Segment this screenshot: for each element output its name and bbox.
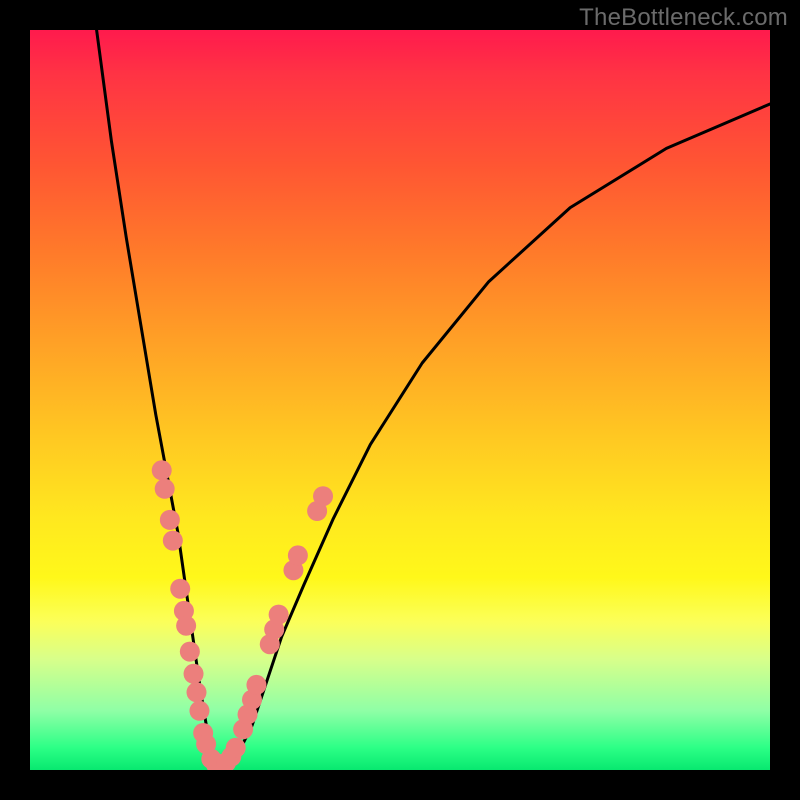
highlight-dot bbox=[288, 545, 308, 565]
highlight-dot bbox=[246, 675, 266, 695]
highlight-dot bbox=[176, 616, 196, 636]
watermark-text: TheBottleneck.com bbox=[579, 4, 788, 32]
highlight-dot bbox=[313, 486, 333, 506]
highlight-dot bbox=[155, 479, 175, 499]
chart-frame: TheBottleneck.com bbox=[0, 0, 800, 800]
highlight-dot bbox=[170, 579, 190, 599]
plot-area bbox=[30, 30, 770, 770]
highlight-dot bbox=[160, 510, 180, 530]
chart-svg bbox=[30, 30, 770, 770]
highlight-dot bbox=[187, 682, 207, 702]
highlight-dot bbox=[226, 738, 246, 758]
highlight-dot bbox=[180, 642, 200, 662]
highlight-dot bbox=[189, 701, 209, 721]
highlight-dot bbox=[269, 605, 289, 625]
highlight-dot bbox=[163, 531, 183, 551]
highlight-dot bbox=[184, 664, 204, 684]
highlight-dot bbox=[152, 460, 172, 480]
